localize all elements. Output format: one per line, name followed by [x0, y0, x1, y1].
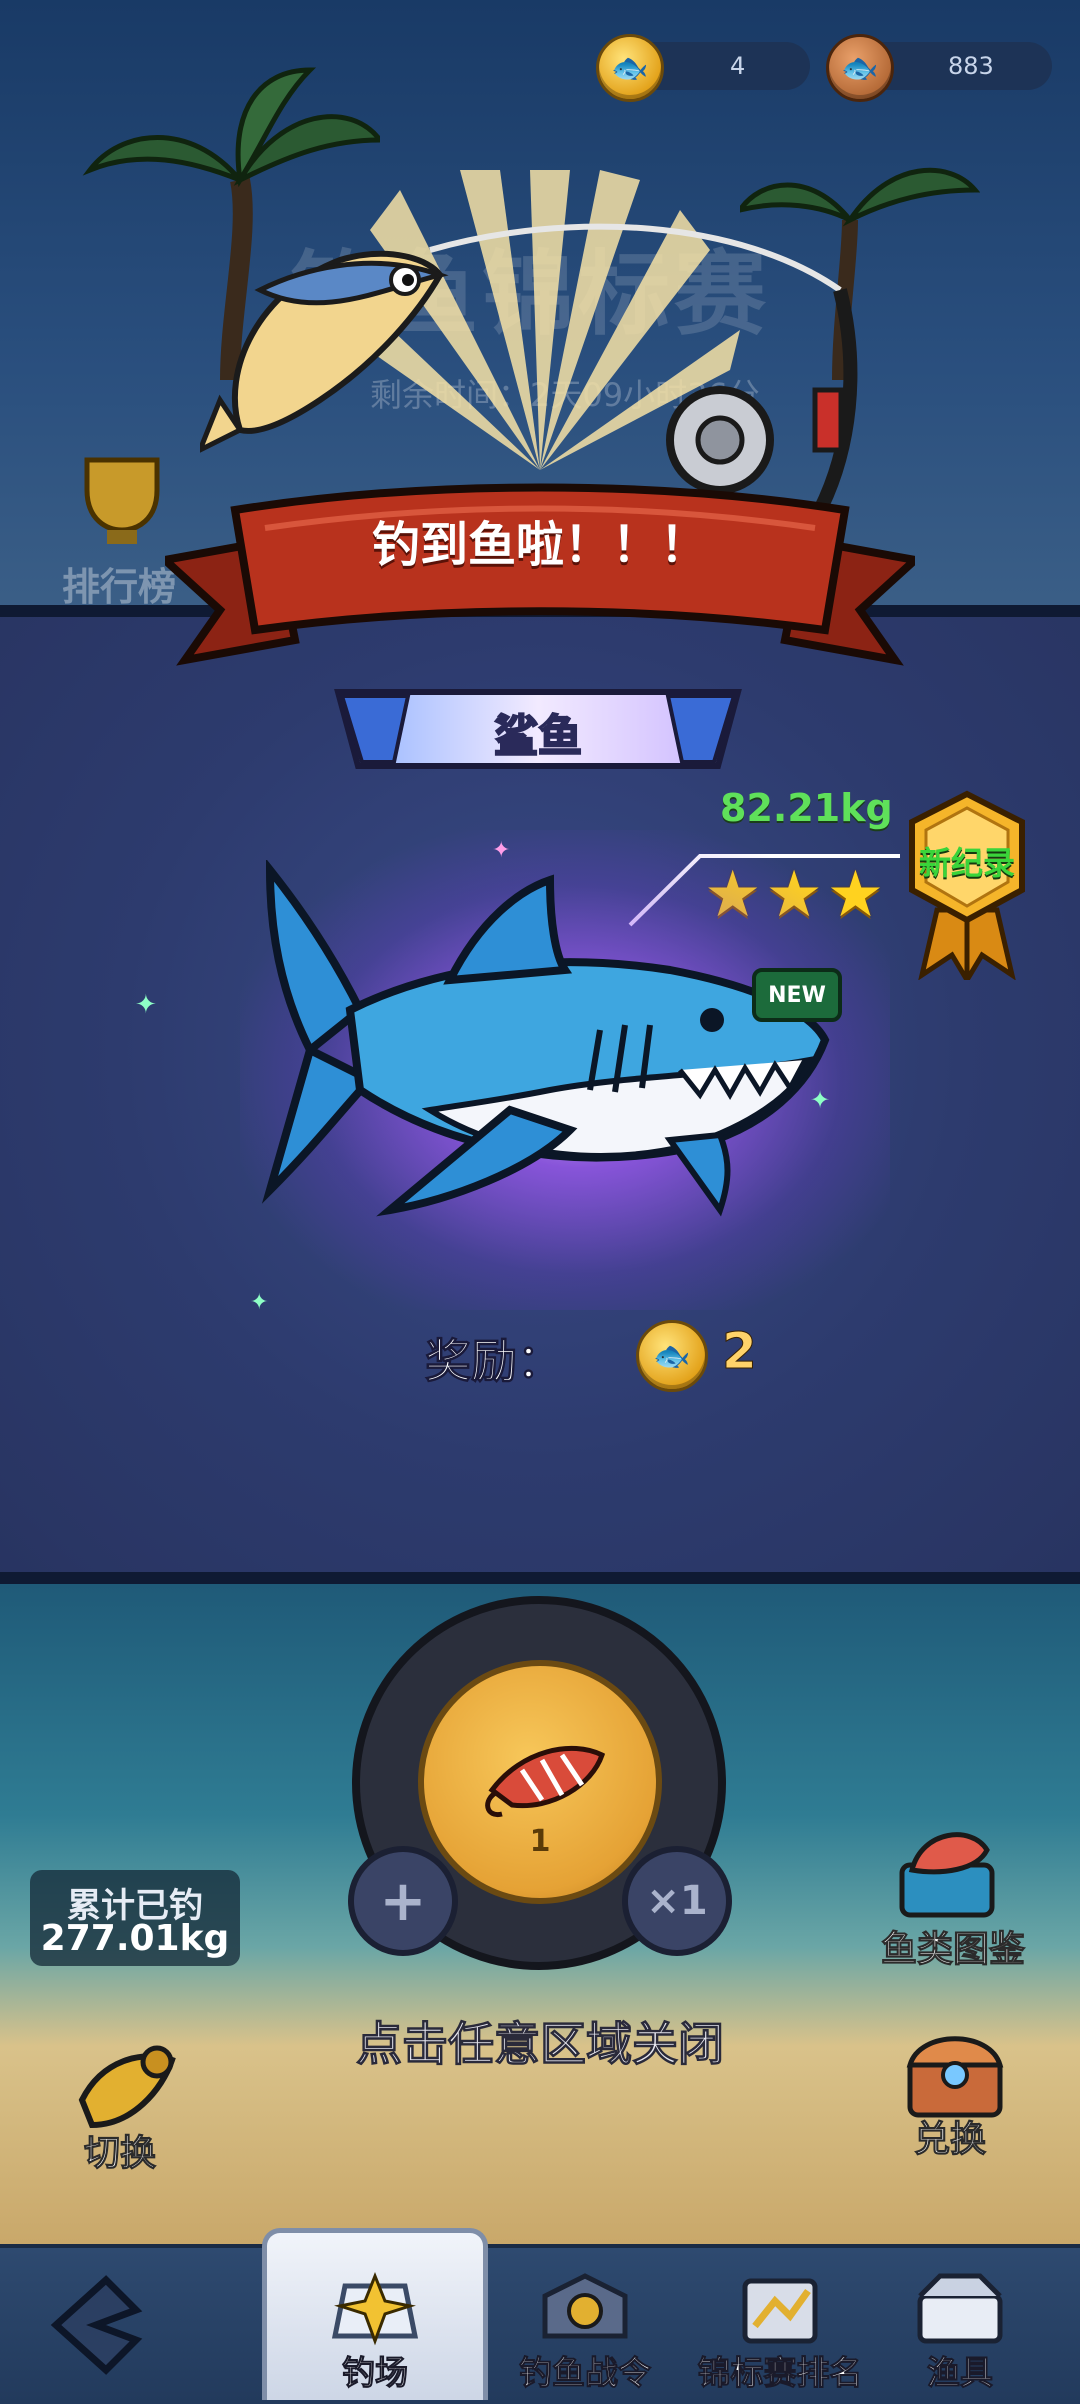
fish-guide-label[interactable]: 鱼类图鉴 [858, 1920, 1048, 1972]
multiplier-label: ×1 [646, 1878, 708, 1924]
gear-box-icon [917, 2273, 1003, 2344]
gold-fish-coin-icon: 🐟 [636, 1320, 708, 1392]
sparkle-icon: ✦ [492, 838, 511, 863]
back-button[interactable] [36, 2270, 156, 2380]
battle-pass-icon [542, 2273, 628, 2339]
bait-count: 1 [529, 1824, 551, 1859]
divider [0, 1572, 1080, 1584]
lure-icon [485, 1746, 606, 1818]
bait-slot[interactable] [418, 1660, 662, 1904]
ranking-label[interactable]: 排行榜 [62, 556, 176, 611]
nav-label: 锦标赛排名 [697, 2353, 863, 2393]
total-caught-value: 277.01kg [40, 1918, 230, 1959]
sparkle-icon: ✦ [250, 1290, 269, 1315]
trophy-icon[interactable] [62, 450, 182, 550]
nav-tournament-rank[interactable]: 锦标赛排名 [680, 2264, 880, 2394]
fish-name: 鲨鱼 [493, 710, 583, 763]
fish-guide-icon[interactable] [892, 1820, 1012, 1920]
catch-banner-text: 钓到鱼啦！！！ [371, 517, 708, 573]
reward-label: 奖励： [425, 1334, 564, 1389]
gold-fish-coin-icon: 🐟 [596, 34, 664, 102]
nav-label: 钓鱼战令 [519, 2353, 652, 2393]
nav-fishing-spot[interactable]: 钓场 [262, 2264, 488, 2394]
multiplier-button[interactable]: ×1 [622, 1846, 732, 1956]
add-bait-button[interactable]: + [348, 1846, 458, 1956]
sparkle-icon: ✦ [810, 1086, 831, 1114]
close-hint[interactable]: 点击任意区域关闭 [0, 2008, 1080, 2074]
nav-battle-pass[interactable]: 钓鱼战令 [490, 2264, 680, 2394]
exchange-label[interactable]: 兑换 [890, 2110, 1010, 2162]
new-record-label: 新纪录 [918, 844, 1015, 882]
bronze-fish-coin-icon: 🐟 [826, 34, 894, 102]
nav-label: 钓场 [342, 2353, 409, 2393]
nav-gear[interactable]: 渔具 [880, 2264, 1040, 2394]
reward-amount: 2 [722, 1322, 758, 1381]
fishing-spot-icon [331, 2271, 419, 2346]
plus-icon: + [379, 1868, 427, 1934]
nav-label: 渔具 [927, 2353, 994, 2393]
shark-icon [261, 860, 830, 1217]
new-record-badge [909, 790, 1025, 980]
new-tag: NEW [752, 968, 842, 1022]
token-count: 4 [730, 52, 746, 80]
switch-label[interactable]: 切换 [60, 2124, 180, 2176]
tournament-rank-icon [742, 2278, 818, 2344]
title-banner [165, 483, 915, 666]
fish-weight: 82.21kg [720, 786, 893, 830]
back-arrow-icon [50, 2275, 143, 2375]
coin-count: 883 [948, 52, 994, 80]
sparkle-icon: ✦ [135, 990, 157, 1020]
